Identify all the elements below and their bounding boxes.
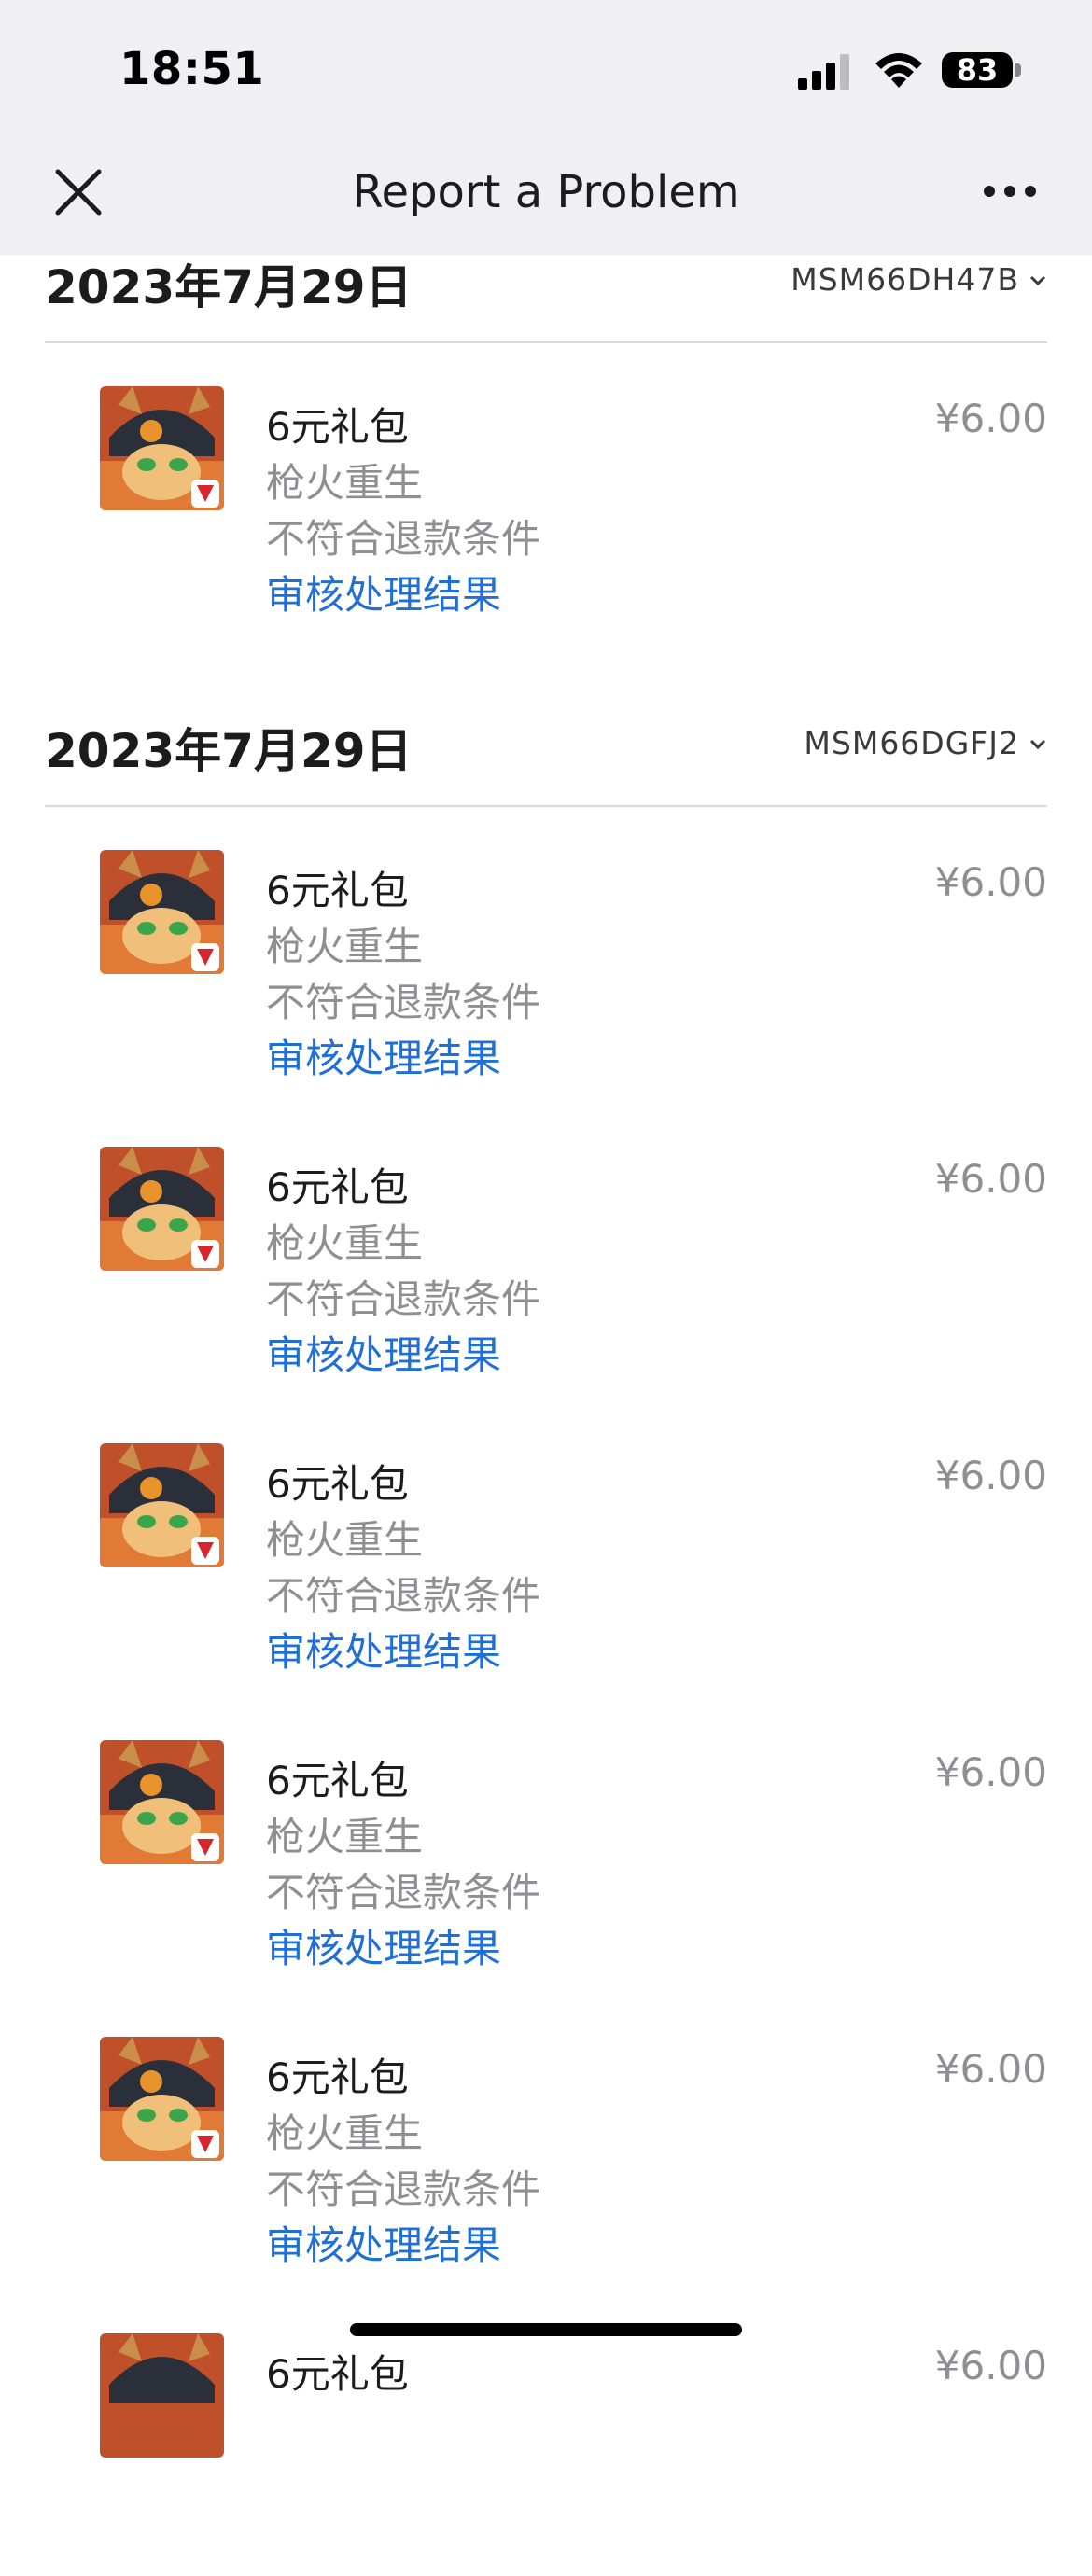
app-icon	[100, 1443, 224, 1567]
item-price: ¥6.00	[934, 396, 1047, 441]
app-icon	[100, 2037, 224, 2161]
purchase-item[interactable]: 6元礼包 枪火重生 不符合退款条件 审核处理结果 ¥6.00	[0, 850, 1092, 1093]
app-icon	[100, 1740, 224, 1864]
order-id[interactable]: MSM66DH47B	[791, 261, 1019, 298]
wifi-icon	[875, 53, 922, 88]
battery-icon: 83	[942, 52, 1013, 88]
item-price: ¥6.00	[934, 1156, 1047, 1202]
section-date: 2023年7月29日	[45, 724, 413, 778]
item-status: 不符合退款条件	[266, 1276, 541, 1322]
item-title: 6元礼包	[266, 1164, 409, 1210]
item-price: ¥6.00	[934, 2046, 1047, 2092]
section-header[interactable]: 2023年7月29日 MSM66DH47B	[45, 250, 1047, 325]
item-title: 6元礼包	[266, 868, 409, 913]
battery-level: 83	[956, 52, 999, 88]
item-price: ¥6.00	[934, 2343, 1047, 2388]
review-result-link[interactable]: 审核处理结果	[266, 1027, 501, 1084]
home-indicator[interactable]	[350, 2323, 742, 2336]
more-icon[interactable]	[982, 183, 1038, 202]
section-date: 2023年7月29日	[45, 260, 413, 314]
item-game-name: 枪火重生	[266, 1220, 424, 1266]
item-game-name: 枪火重生	[266, 460, 424, 506]
purchase-item[interactable]: 6元礼包 枪火重生 不符合退款条件 审核处理结果 ¥6.00	[0, 386, 1092, 629]
item-status: 不符合退款条件	[266, 2166, 541, 2212]
item-title: 6元礼包	[266, 2351, 409, 2397]
purchase-item[interactable]: 6元礼包 ¥6.00	[0, 2333, 1092, 2576]
review-result-link[interactable]: 审核处理结果	[266, 1621, 501, 1678]
purchase-item[interactable]: 6元礼包 枪火重生 不符合退款条件 审核处理结果 ¥6.00	[0, 1443, 1092, 1686]
item-title: 6元礼包	[266, 1461, 409, 1507]
item-price: ¥6.00	[934, 859, 1047, 905]
top-bar: 18:51 83 Report a Problem	[0, 0, 1092, 255]
purchase-item[interactable]: 6元礼包 枪火重生 不符合退款条件 审核处理结果 ¥6.00	[0, 1147, 1092, 1389]
section-divider	[45, 805, 1047, 807]
purchase-item[interactable]: 6元礼包 枪火重生 不符合退款条件 审核处理结果 ¥6.00	[0, 1740, 1092, 1983]
item-game-name: 枪火重生	[266, 924, 424, 969]
chevron-down-icon[interactable]	[1029, 738, 1047, 751]
purchase-history-list: 2023年7月29日 MSM66DH47B 6元礼包 枪火重生 不符合退款条件 …	[0, 0, 1092, 2458]
item-game-name: 枪火重生	[266, 1517, 424, 1563]
review-result-link[interactable]: 审核处理结果	[266, 2214, 501, 2271]
section-divider	[45, 341, 1047, 343]
order-id[interactable]: MSM66DGFJ2	[804, 725, 1019, 761]
app-icon	[100, 386, 224, 510]
item-status: 不符合退款条件	[266, 516, 541, 562]
item-title: 6元礼包	[266, 1758, 409, 1803]
battery-nub	[1015, 63, 1021, 77]
item-title: 6元礼包	[266, 2054, 409, 2100]
purchase-item[interactable]: 6元礼包 枪火重生 不符合退款条件 审核处理结果 ¥6.00	[0, 2037, 1092, 2279]
item-status: 不符合退款条件	[266, 980, 541, 1025]
item-game-name: 枪火重生	[266, 2110, 424, 2156]
chevron-down-icon[interactable]	[1029, 274, 1047, 287]
app-icon	[100, 850, 224, 974]
item-status: 不符合退款条件	[266, 1573, 541, 1619]
status-time: 18:51	[119, 43, 265, 95]
app-icon	[100, 1147, 224, 1271]
app-icon	[100, 2333, 224, 2458]
cellular-signal-icon	[798, 54, 849, 90]
page-title: Report a Problem	[352, 166, 740, 218]
item-title: 6元礼包	[266, 404, 409, 450]
item-status: 不符合退款条件	[266, 1870, 541, 1915]
item-game-name: 枪火重生	[266, 1814, 424, 1859]
item-price: ¥6.00	[934, 1749, 1047, 1795]
review-result-link[interactable]: 审核处理结果	[266, 1324, 501, 1381]
review-result-link[interactable]: 审核处理结果	[266, 564, 501, 620]
section-header[interactable]: 2023年7月29日 MSM66DGFJ2	[45, 714, 1047, 788]
item-price: ¥6.00	[934, 1453, 1047, 1498]
review-result-link[interactable]: 审核处理结果	[266, 1917, 501, 1974]
